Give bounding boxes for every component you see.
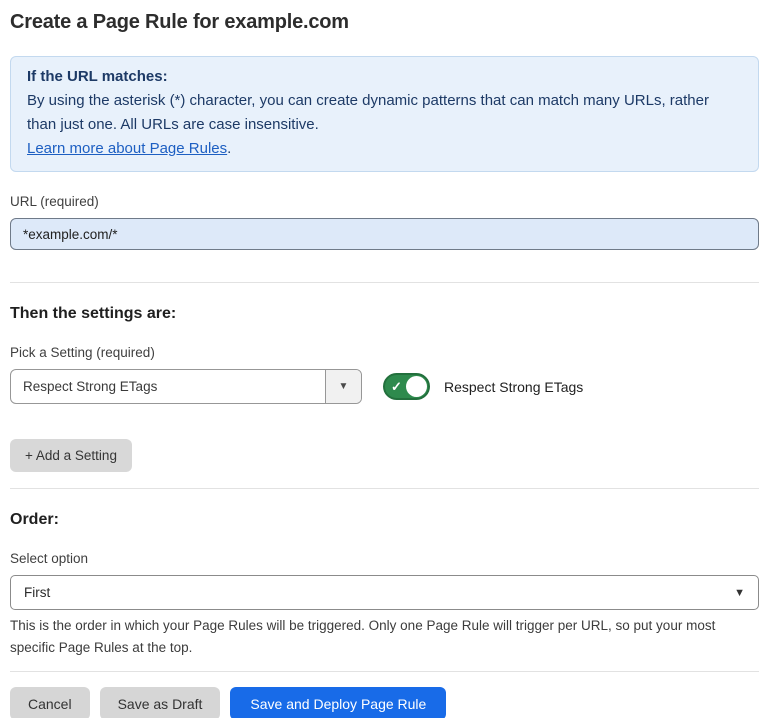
chevron-down-icon: ▼: [734, 587, 745, 599]
order-select-value: First: [24, 585, 50, 600]
setting-row: Respect Strong ETags ▼ ✓ Respect Strong …: [10, 369, 759, 404]
link-suffix: .: [227, 140, 231, 157]
chevron-down-icon: ▼: [339, 381, 349, 392]
order-heading: Order:: [10, 510, 759, 529]
save-draft-button[interactable]: Save as Draft: [100, 687, 221, 718]
info-box-heading: If the URL matches:: [27, 65, 742, 89]
info-box-link-line: Learn more about Page Rules.: [27, 137, 742, 161]
url-field-label: URL (required): [10, 193, 759, 210]
order-help-text: This is the order in which your Page Rul…: [10, 615, 759, 659]
toggle-knob: [406, 376, 427, 397]
url-match-info-box: If the URL matches: By using the asteris…: [10, 56, 759, 172]
setting-dropdown[interactable]: Respect Strong ETags ▼: [10, 369, 362, 404]
divider: [10, 671, 759, 672]
cancel-button[interactable]: Cancel: [10, 687, 90, 718]
footer-actions: Cancel Save as Draft Save and Deploy Pag…: [10, 687, 759, 718]
setting-toggle[interactable]: ✓: [383, 373, 430, 400]
save-deploy-button[interactable]: Save and Deploy Page Rule: [230, 687, 446, 718]
divider: [10, 282, 759, 283]
setting-dropdown-arrow-button[interactable]: ▼: [325, 370, 361, 403]
add-setting-button[interactable]: + Add a Setting: [10, 439, 132, 472]
url-input[interactable]: [10, 218, 759, 250]
page-title: Create a Page Rule for example.com: [10, 10, 759, 34]
select-option-label: Select option: [10, 550, 759, 567]
divider: [10, 488, 759, 489]
pick-setting-label: Pick a Setting (required): [10, 344, 759, 361]
page-rule-form: Create a Page Rule for example.com If th…: [0, 0, 769, 718]
setting-dropdown-value: Respect Strong ETags: [11, 370, 325, 403]
toggle-label: Respect Strong ETags: [444, 379, 583, 395]
check-icon: ✓: [391, 380, 402, 393]
settings-heading: Then the settings are:: [10, 304, 759, 323]
learn-more-link[interactable]: Learn more about Page Rules: [27, 140, 227, 157]
info-box-body: By using the asterisk (*) character, you…: [27, 89, 742, 137]
order-select[interactable]: First ▼: [10, 575, 759, 610]
